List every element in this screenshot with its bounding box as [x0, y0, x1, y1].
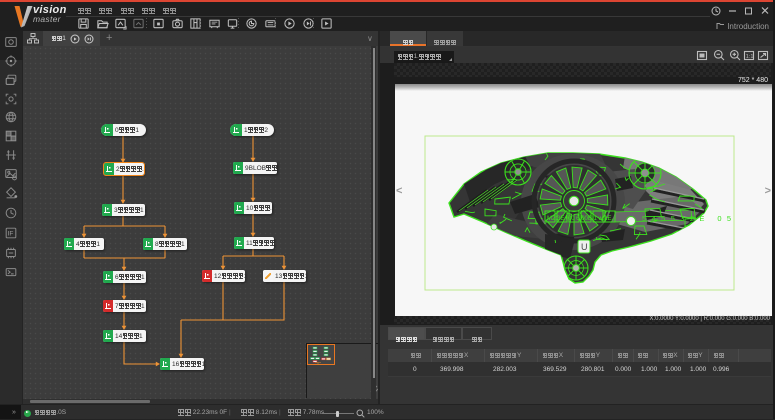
svg-text:M2:3E+00 6.00E.1 w.1E: M2:3E+00 6.00E.1 w.1E	[547, 216, 612, 222]
svg-text:545532E 05: 545532E 05	[642, 214, 736, 223]
svg-text:IF: IF	[8, 231, 14, 238]
svg-text:1:1: 1:1	[746, 54, 754, 60]
svg-text:U: U	[581, 242, 588, 252]
